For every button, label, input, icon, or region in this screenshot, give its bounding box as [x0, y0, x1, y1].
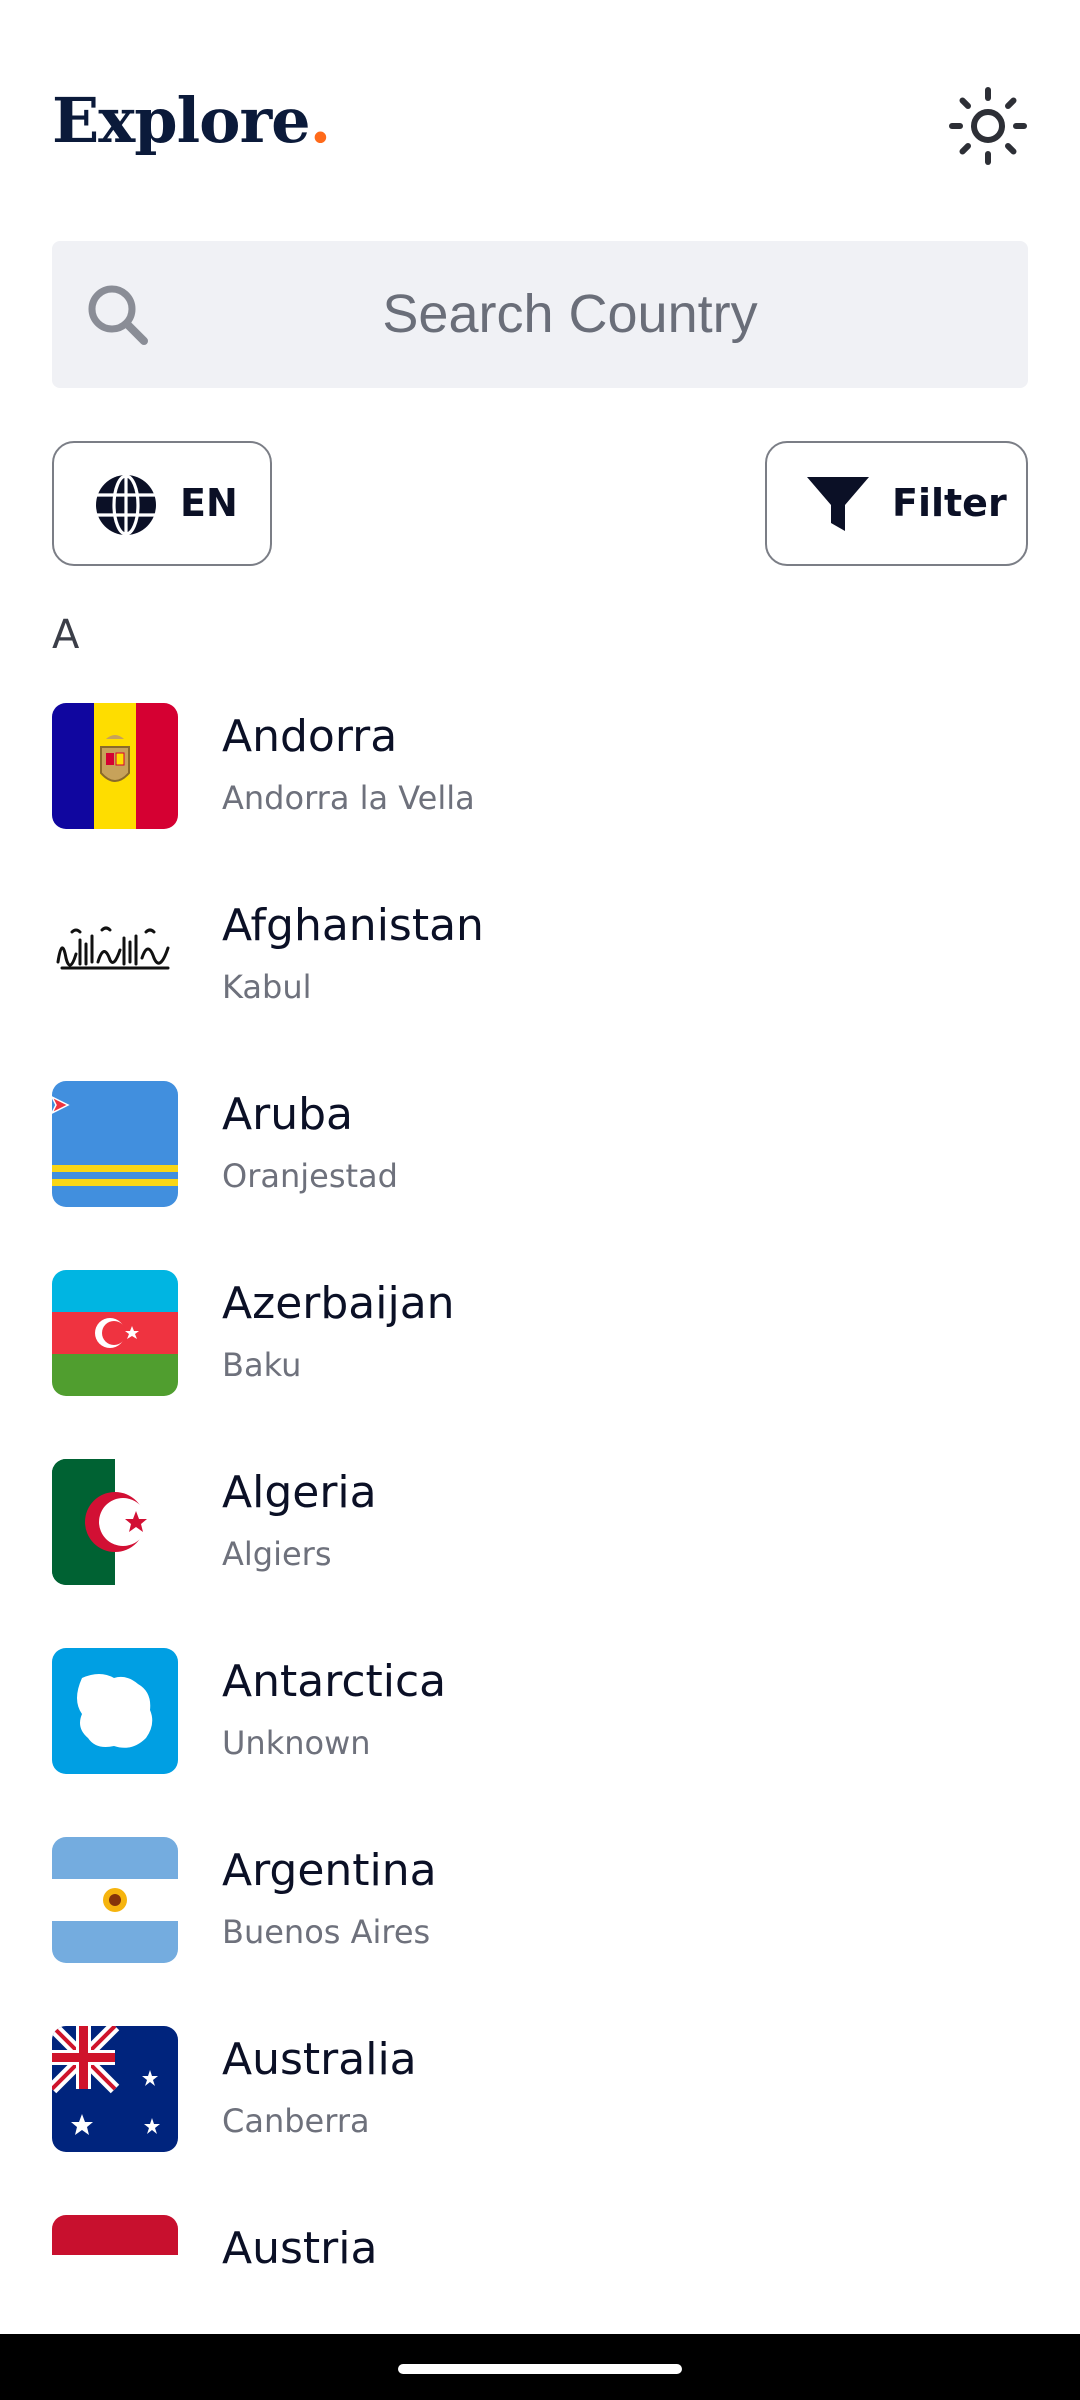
logo-dot: . [309, 84, 332, 157]
aruba-flag-icon [52, 1081, 178, 1207]
country-row-argentina[interactable]: Argentina Buenos Aires [52, 1837, 1028, 1963]
country-row-afghanistan[interactable]: Afghanistan Kabul [52, 892, 1028, 1018]
country-name: Aruba [222, 1089, 353, 1140]
app-header: Explore. [52, 86, 1028, 166]
antarctica-flag-icon [52, 1648, 178, 1774]
country-name: Austria [222, 2223, 378, 2274]
country-row-antarctica[interactable]: Antarctica Unknown [52, 1648, 1028, 1774]
country-row-aruba[interactable]: Aruba Oranjestad [52, 1081, 1028, 1207]
country-capital: Andorra la Vella [222, 779, 475, 817]
country-capital: Algiers [222, 1535, 332, 1573]
filter-icon [807, 477, 869, 531]
country-capital: Canberra [222, 2102, 370, 2140]
country-name: Argentina [222, 1845, 437, 1896]
austria-flag-icon [52, 2215, 178, 2255]
country-name: Algeria [222, 1467, 377, 1518]
country-name: Azerbaijan [222, 1278, 455, 1329]
language-button[interactable]: EN [52, 441, 272, 566]
algeria-flag-icon [52, 1459, 178, 1585]
filter-label: Filter [892, 481, 1007, 525]
afghanistan-flag-icon [52, 892, 178, 1018]
search-bar[interactable]: Search Country [52, 241, 1028, 388]
argentina-flag-icon [52, 1837, 178, 1963]
app-logo: Explore. [52, 84, 332, 157]
azerbaijan-flag-icon [52, 1270, 178, 1396]
country-capital: Kabul [222, 968, 312, 1006]
filter-button[interactable]: Filter [765, 441, 1028, 566]
country-name: Andorra [222, 711, 398, 762]
country-row-algeria[interactable]: Algeria Algiers [52, 1459, 1028, 1585]
country-row-azerbaijan[interactable]: Azerbaijan Baku [52, 1270, 1028, 1396]
country-name: Afghanistan [222, 900, 484, 951]
country-capital: Oranjestad [222, 1157, 398, 1195]
country-name: Australia [222, 2034, 417, 2085]
sun-icon [949, 87, 1027, 165]
system-nav-bar [0, 2334, 1080, 2400]
country-name: Antarctica [222, 1656, 447, 1707]
globe-icon [96, 474, 156, 536]
country-row-australia[interactable]: Australia Canberra [52, 2026, 1028, 2152]
country-capital: Unknown [222, 1724, 371, 1762]
country-row-andorra[interactable]: Andorra Andorra la Vella [52, 703, 1028, 829]
country-row-austria[interactable]: Austria [52, 2215, 1028, 2334]
search-input[interactable]: Search Country [52, 241, 1028, 388]
home-indicator[interactable] [398, 2364, 682, 2374]
country-capital: Buenos Aires [222, 1913, 431, 1951]
theme-toggle-button[interactable] [948, 86, 1028, 166]
andorra-flag-icon [52, 703, 178, 829]
logo-text: Explore [52, 84, 311, 157]
country-capital: Baku [222, 1346, 302, 1384]
australia-flag-icon [52, 2026, 178, 2152]
language-label: EN [180, 481, 238, 525]
section-header-letter: A [52, 612, 80, 658]
